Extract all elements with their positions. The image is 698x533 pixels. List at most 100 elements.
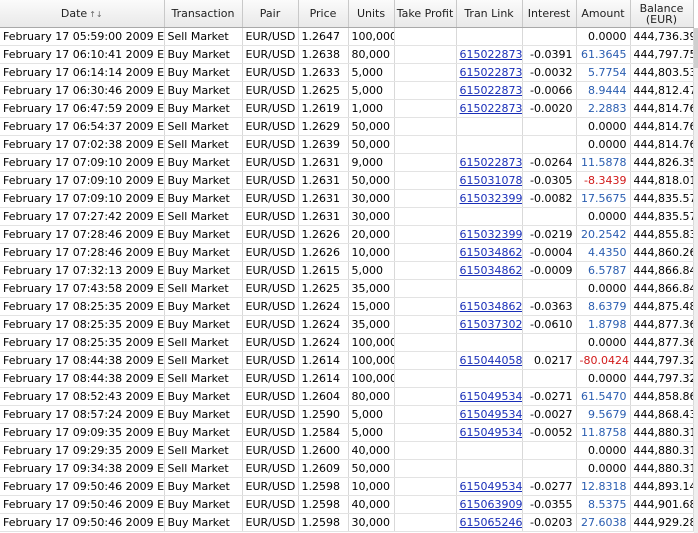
cell-units: 5,000 [348, 405, 395, 424]
table-row[interactable]: February 17 09:34:38 2009 EST Sell Market… [0, 459, 694, 478]
cell-balance: 444,901.68 [630, 495, 694, 514]
table-row[interactable]: February 17 08:25:35 2009 EST Buy Market E… [0, 297, 694, 316]
tran-link[interactable]: 615022873 [460, 156, 522, 169]
cell-pair: EUR/USD [242, 333, 299, 352]
table-row[interactable]: February 17 07:32:13 2009 EST Buy Market E… [0, 261, 694, 280]
column-header-interest[interactable]: Interest [522, 0, 577, 28]
cell-interest: -0.0219 [522, 225, 577, 244]
scrollbar-thumb[interactable] [694, 28, 698, 68]
tran-link[interactable]: 615022873 [460, 66, 522, 79]
cell-units: 1,000 [348, 99, 395, 118]
tran-link[interactable]: 615049534 [460, 480, 522, 493]
cell-balance: 444,736.39 [630, 27, 694, 46]
table-row[interactable]: February 17 08:25:35 2009 EST Sell Market… [0, 333, 694, 352]
cell-amount: 0.0000 [576, 279, 631, 298]
table-header-row: Date ↑↓ Transaction Pair Price Units Take… [0, 0, 694, 28]
tran-link[interactable]: 615032399 [460, 192, 522, 205]
cell-balance: 444,826.35 [630, 153, 694, 172]
tran-link[interactable]: 615032399 [460, 228, 522, 241]
tran-link[interactable]: 615049534 [460, 408, 522, 421]
cell-interest: 0.0217 [522, 351, 577, 370]
tran-link[interactable]: 615034862 [460, 300, 522, 313]
cell-transaction: Buy Market [164, 261, 243, 280]
tran-link[interactable]: 615065246 [460, 516, 522, 529]
tran-link[interactable]: 615034862 [460, 264, 522, 277]
cell-date: February 17 07:32:13 2009 EST [0, 261, 165, 280]
cell-take-profit [394, 171, 457, 190]
sort-arrows-icon[interactable]: ↑↓ [89, 10, 102, 19]
table-body: February 17 05:59:00 2009 EST Sell Market… [0, 27, 694, 532]
table-row[interactable]: February 17 08:25:35 2009 EST Buy Market E… [0, 315, 694, 334]
cell-take-profit [394, 441, 457, 460]
column-header-units[interactable]: Units [348, 0, 395, 28]
column-header-date[interactable]: Date ↑↓ [0, 0, 165, 28]
table-row[interactable]: February 17 09:50:46 2009 EST Buy Market E… [0, 495, 694, 514]
tran-link[interactable]: 615063909 [460, 498, 522, 511]
cell-take-profit [394, 117, 457, 136]
cell-balance: 444,797.32 [630, 351, 694, 370]
table-row[interactable]: February 17 08:44:38 2009 EST Sell Market… [0, 369, 694, 388]
tran-link[interactable]: 615022873 [460, 102, 522, 115]
cell-interest: -0.0610 [522, 315, 577, 334]
cell-date: February 17 07:09:10 2009 EST [0, 189, 165, 208]
table-row[interactable]: February 17 07:27:42 2009 EST Sell Market… [0, 207, 694, 226]
cell-units: 100,000 [348, 351, 395, 370]
cell-date: February 17 07:28:46 2009 EST [0, 225, 165, 244]
table-row[interactable]: February 17 09:50:46 2009 EST Buy Market E… [0, 477, 694, 496]
column-header-amount[interactable]: Amount [576, 0, 631, 28]
table-row[interactable]: February 17 09:09:35 2009 EST Buy Market E… [0, 423, 694, 442]
tran-link[interactable]: 615022873 [460, 48, 522, 61]
table-row[interactable]: February 17 07:09:10 2009 EST Buy Market E… [0, 189, 694, 208]
cell-date: February 17 08:25:35 2009 EST [0, 333, 165, 352]
cell-tran-link [456, 135, 523, 154]
table-row[interactable]: February 17 08:44:38 2009 EST Sell Market… [0, 351, 694, 370]
table-row[interactable]: February 17 06:47:59 2009 EST Buy Market E… [0, 99, 694, 118]
tran-link[interactable]: 615037302 [460, 318, 522, 331]
cell-tran-link [456, 333, 523, 352]
column-header-tran-link[interactable]: Tran Link [456, 0, 523, 28]
cell-interest: -0.0355 [522, 495, 577, 514]
table-row[interactable]: February 17 08:57:24 2009 EST Buy Market E… [0, 405, 694, 424]
table-row[interactable]: February 17 06:30:46 2009 EST Buy Market E… [0, 81, 694, 100]
table-row[interactable]: February 17 09:50:46 2009 EST Buy Market E… [0, 513, 694, 532]
column-header-take-profit[interactable]: Take Profit [394, 0, 457, 28]
tran-link[interactable]: 615022873 [460, 84, 522, 97]
cell-tran-link: 615034862 [456, 297, 523, 316]
table-row[interactable]: February 17 07:09:10 2009 EST Buy Market E… [0, 153, 694, 172]
table-row[interactable]: February 17 08:52:43 2009 EST Buy Market E… [0, 387, 694, 406]
table-row[interactable]: February 17 07:28:46 2009 EST Buy Market E… [0, 225, 694, 244]
cell-interest [522, 333, 577, 352]
table-row[interactable]: February 17 06:14:14 2009 EST Buy Market E… [0, 63, 694, 82]
column-header-price[interactable]: Price [298, 0, 349, 28]
table-row[interactable]: February 17 09:29:35 2009 EST Sell Market… [0, 441, 694, 460]
cell-transaction: Buy Market [164, 495, 243, 514]
cell-amount: 61.3645 [576, 45, 631, 64]
tran-link[interactable]: 615034862 [460, 246, 522, 259]
table-row[interactable]: February 17 07:28:46 2009 EST Buy Market E… [0, 243, 694, 262]
cell-tran-link [456, 27, 523, 46]
column-header-pair[interactable]: Pair [242, 0, 299, 28]
tran-link[interactable]: 615049534 [460, 390, 522, 403]
cell-tran-link [456, 117, 523, 136]
column-header-transaction[interactable]: Transaction [164, 0, 243, 28]
vertical-scrollbar[interactable] [694, 28, 698, 533]
column-header-balance[interactable]: Balance (EUR) [630, 0, 694, 28]
table-row[interactable]: February 17 07:43:58 2009 EST Sell Market… [0, 279, 694, 298]
cell-units: 30,000 [348, 207, 395, 226]
cell-units: 50,000 [348, 135, 395, 154]
cell-interest [522, 279, 577, 298]
cell-date: February 17 06:54:37 2009 EST [0, 117, 165, 136]
cell-price: 1.2619 [298, 99, 349, 118]
cell-take-profit [394, 369, 457, 388]
tran-link[interactable]: 615031078 [460, 174, 522, 187]
table-row[interactable]: February 17 06:10:41 2009 EST Buy Market E… [0, 45, 694, 64]
cell-price: 1.2631 [298, 189, 349, 208]
cell-pair: EUR/USD [242, 243, 299, 262]
table-row[interactable]: February 17 05:59:00 2009 EST Sell Market… [0, 27, 694, 46]
cell-price: 1.2614 [298, 351, 349, 370]
tran-link[interactable]: 615049534 [460, 426, 522, 439]
tran-link[interactable]: 615044058 [460, 354, 522, 367]
table-row[interactable]: February 17 06:54:37 2009 EST Sell Market… [0, 117, 694, 136]
table-row[interactable]: February 17 07:02:38 2009 EST Sell Market… [0, 135, 694, 154]
table-row[interactable]: February 17 07:09:10 2009 EST Buy Market E… [0, 171, 694, 190]
